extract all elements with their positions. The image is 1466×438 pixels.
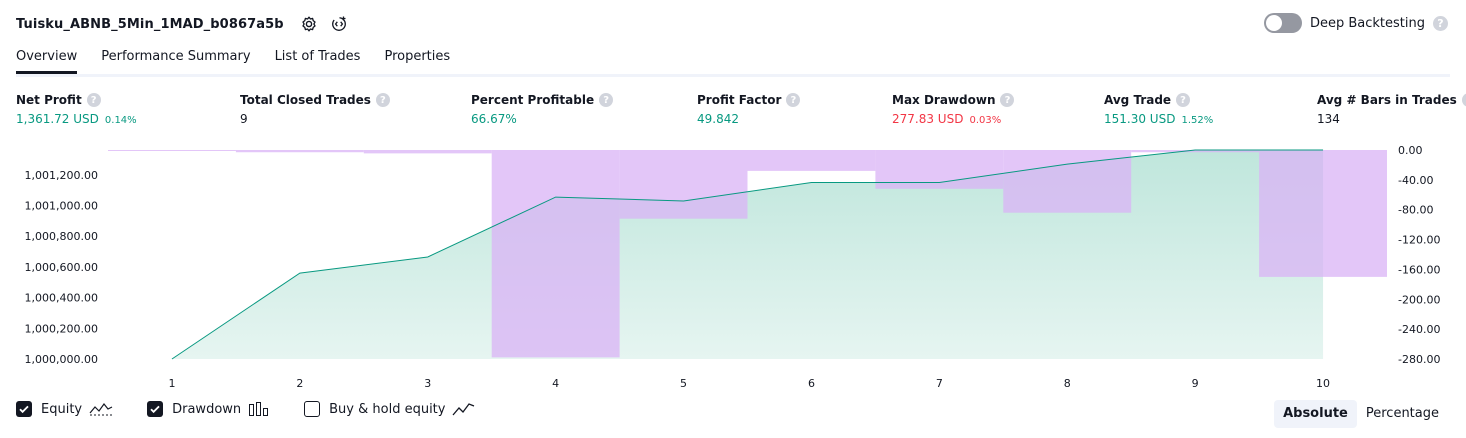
- metric-value: 49.842: [697, 112, 739, 126]
- x-axis-tick: 2: [296, 377, 303, 390]
- legend-buy-hold[interactable]: Buy & hold equity: [304, 401, 476, 417]
- equity-checkbox[interactable]: [16, 401, 32, 417]
- right-axis-tick: -240.00: [1398, 323, 1440, 336]
- drawdown-bar: [1003, 150, 1132, 213]
- right-axis-tick: -80.00: [1398, 204, 1433, 217]
- drawdown-bar: [363, 150, 492, 154]
- metric-value: 66.67%: [471, 112, 517, 126]
- metric-percent: 0.03%: [969, 115, 1002, 126]
- settings-icon[interactable]: [298, 13, 320, 35]
- right-axis-tick: 0.00: [1398, 144, 1423, 157]
- left-axis-tick: 1,001,000.00: [25, 200, 98, 213]
- drawdown-bar: [491, 150, 620, 358]
- metric-value: 134: [1317, 112, 1340, 126]
- metric-avg-bars: Avg # Bars in Trades? 134: [1317, 93, 1466, 126]
- drawdown-bar: [1131, 150, 1260, 153]
- left-axis-tick: 1,000,400.00: [25, 292, 98, 305]
- right-axis-tick: -160.00: [1398, 263, 1440, 276]
- right-axis-tick: -120.00: [1398, 234, 1440, 247]
- metric-label: Avg Trade: [1104, 93, 1172, 107]
- buy-hold-checkbox[interactable]: [304, 401, 321, 417]
- tab-bar: Overview Performance Summary List of Tra…: [16, 44, 1450, 77]
- metric-label: Total Closed Trades: [240, 93, 371, 107]
- deep-backtesting-label: Deep Backtesting: [1309, 15, 1425, 31]
- equity-area: [171, 150, 1324, 359]
- metric-label: Percent Profitable: [471, 93, 595, 107]
- metric-profit-factor: Profit Factor? 49.842: [697, 93, 801, 126]
- right-axis-tick: -280.00: [1398, 353, 1440, 366]
- source-code-icon[interactable]: [328, 13, 350, 35]
- left-axis-tick: 1,000,200.00: [25, 322, 98, 335]
- drawdown-bar: [235, 150, 364, 153]
- metric-value: 151.30 USD: [1104, 112, 1176, 126]
- deep-backtesting-toggle[interactable]: [1263, 13, 1302, 33]
- x-axis-tick: 3: [424, 377, 431, 390]
- x-axis-tick: 6: [808, 377, 815, 390]
- left-axis-tick: 1,000,800.00: [25, 230, 98, 243]
- absolute-button[interactable]: Absolute: [1274, 400, 1357, 428]
- tab-properties[interactable]: Properties: [384, 44, 450, 71]
- equity-line: [171, 149, 1324, 360]
- metric-value: 9: [240, 112, 248, 126]
- metric-percent: 0.14%: [104, 115, 137, 126]
- drawdown-bar: [619, 150, 748, 219]
- x-axis-tick: 9: [1192, 377, 1199, 390]
- left-axis-tick: 1,000,000.00: [25, 353, 98, 366]
- chart-legend: Equity Drawdown Buy & hold equity: [16, 401, 510, 417]
- drawdown-bar: [108, 150, 236, 151]
- help-icon[interactable]: ?: [599, 93, 614, 107]
- display-mode: Absolute Percentage: [1274, 400, 1448, 428]
- tab-performance-summary[interactable]: Performance Summary: [101, 44, 250, 71]
- x-axis-tick: 1: [168, 377, 175, 390]
- metric-value: 277.83 USD: [892, 112, 964, 126]
- metric-avg-trade: Avg Trade? 151.30 USD 1.52%: [1104, 93, 1213, 126]
- toggle-knob: [1265, 15, 1282, 31]
- drawdown-checkbox[interactable]: [147, 401, 164, 417]
- right-axis-tick: -40.00: [1398, 174, 1433, 187]
- drawdown-bars-icon: [248, 401, 270, 417]
- help-icon[interactable]: ?: [1176, 93, 1191, 107]
- strategy-name: Tuisku_ABNB_5Min_1MAD_b0867a5b: [16, 16, 284, 32]
- tab-overview[interactable]: Overview: [16, 44, 78, 74]
- equity-line-icon: [89, 401, 113, 417]
- buy-hold-line-icon: [452, 401, 476, 417]
- x-axis-tick: 5: [680, 377, 687, 390]
- metric-label: Net Profit: [16, 93, 82, 107]
- legend-label: Equity: [41, 401, 83, 417]
- legend-label: Drawdown: [172, 401, 242, 417]
- drawdown-bar: [1259, 150, 1387, 277]
- help-icon[interactable]: ?: [86, 93, 101, 107]
- legend-drawdown[interactable]: Drawdown: [147, 401, 270, 417]
- left-axis-tick: 1,000,600.00: [25, 261, 98, 274]
- strategy-header: Tuisku_ABNB_5Min_1MAD_b0867a5b: [16, 12, 350, 36]
- metric-max-drawdown: Max Drawdown? 277.83 USD 0.03%: [892, 93, 1015, 126]
- metric-percent: 1.52%: [1181, 115, 1214, 126]
- metric-percent-profitable: Percent Profitable? 66.67%: [471, 93, 614, 126]
- legend-equity[interactable]: Equity: [16, 401, 113, 417]
- percentage-button[interactable]: Percentage: [1357, 400, 1448, 428]
- help-icon[interactable]: ?: [786, 93, 801, 107]
- right-axis-tick: -200.00: [1398, 293, 1440, 306]
- metric-net-profit: Net Profit? 1,361.72 USD 0.14%: [16, 93, 137, 126]
- legend-label: Buy & hold equity: [329, 401, 446, 417]
- left-axis-tick: 1,001,200.00: [25, 169, 98, 182]
- help-icon[interactable]: ?: [1433, 15, 1448, 31]
- x-axis-tick: 7: [936, 377, 943, 390]
- tab-list-of-trades[interactable]: List of Trades: [275, 44, 361, 71]
- metric-value: 1,361.72 USD: [16, 112, 99, 126]
- metric-total-closed-trades: Total Closed Trades? 9: [240, 93, 390, 126]
- help-icon[interactable]: ?: [1461, 93, 1466, 107]
- metric-label: Profit Factor: [697, 93, 782, 107]
- drawdown-bar: [747, 150, 876, 171]
- deep-backtesting: Deep Backtesting ?: [1263, 13, 1448, 33]
- x-axis-tick: 8: [1064, 377, 1071, 390]
- x-axis-tick: 4: [552, 377, 559, 390]
- drawdown-bar: [875, 150, 1004, 189]
- help-icon[interactable]: ?: [1000, 93, 1015, 107]
- x-axis-tick: 10: [1316, 377, 1330, 390]
- metric-label: Avg # Bars in Trades: [1317, 93, 1457, 107]
- help-icon[interactable]: ?: [375, 93, 390, 107]
- metric-label: Max Drawdown: [892, 93, 996, 107]
